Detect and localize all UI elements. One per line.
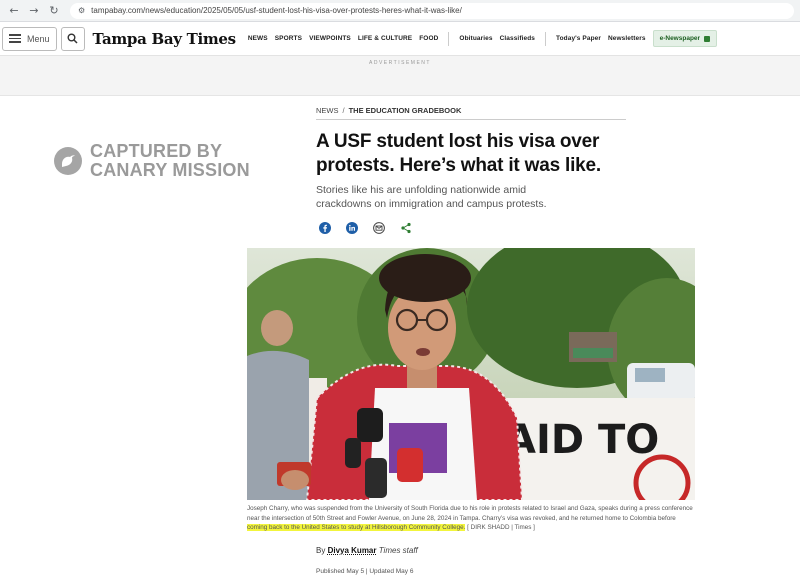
breadcrumb-subsection[interactable]: THE EDUCATION GRADEBOOK xyxy=(349,106,462,115)
nav-item-news[interactable]: NEWS xyxy=(248,35,268,42)
email-icon[interactable] xyxy=(372,221,385,234)
article-photo[interactable]: AID TO SEPR xyxy=(247,248,695,500)
lock-icon xyxy=(704,35,711,42)
svg-text:AID TO: AID TO xyxy=(505,417,659,463)
byline: By Divya Kumar Times staff xyxy=(316,546,418,555)
nav-item-sports[interactable]: SPORTS xyxy=(275,35,302,42)
nav-item-newsletters[interactable]: Newsletters xyxy=(608,35,646,42)
ad-label: ADVERTISEMENT xyxy=(369,60,431,66)
publish-date: Published May 5 | Updated May 6 xyxy=(316,568,414,575)
nav-item-life-culture[interactable]: LIFE & CULTURE xyxy=(358,35,412,42)
nav-item-todays-paper[interactable]: Today's Paper xyxy=(556,35,601,42)
ad-slot: ADVERTISEMENT xyxy=(0,56,800,96)
menu-label: Menu xyxy=(27,33,50,44)
caption-highlight: coming back to the United States to stud… xyxy=(247,524,466,531)
address-bar[interactable]: ⚙ tampabay.com/news/education/2025/05/05… xyxy=(70,2,794,19)
e-newspaper-button[interactable]: e-Newspaper xyxy=(652,30,718,47)
main-nav: NEWS SPORTS VIEWPOINTS LIFE & CULTURE FO… xyxy=(248,30,718,47)
back-icon[interactable]: ← xyxy=(6,3,22,19)
browser-toolbar: ← → ↻ ⚙ tampabay.com/news/education/2025… xyxy=(0,0,800,22)
site-logo[interactable]: Tampa Bay Times xyxy=(93,30,237,48)
nav-divider xyxy=(545,31,546,46)
reload-icon[interactable]: ↻ xyxy=(46,3,62,19)
nav-item-classifieds[interactable]: Classifieds xyxy=(500,35,535,42)
site-info-icon[interactable]: ⚙ xyxy=(78,6,85,15)
breadcrumb-section[interactable]: NEWS xyxy=(316,106,339,115)
nav-divider xyxy=(448,31,450,46)
nav-item-viewpoints[interactable]: VIEWPOINTS xyxy=(309,35,351,42)
author-link[interactable]: Divya Kumar xyxy=(328,546,377,555)
canary-bird-icon xyxy=(54,147,82,175)
search-icon xyxy=(67,33,78,44)
watermark-line-1: CAPTURED BY xyxy=(90,141,223,161)
forward-icon[interactable]: → xyxy=(26,3,42,19)
author-role: Times staff xyxy=(378,546,418,555)
site-header: Menu Tampa Bay Times NEWS SPORTS VIEWPOI… xyxy=(0,22,800,56)
search-button[interactable] xyxy=(60,26,85,51)
byline-prefix: By xyxy=(316,546,326,555)
breadcrumb: NEWS / THE EDUCATION GRADEBOOK xyxy=(316,106,626,120)
linkedin-icon[interactable] xyxy=(345,221,358,234)
caption-credit: [ DIRK SHADD | Times ] xyxy=(465,524,535,531)
photo-caption: Joseph Charry, who was suspended from th… xyxy=(247,504,697,533)
canary-mission-watermark: CAPTURED BY CANARY MISSION xyxy=(54,142,250,180)
menu-button[interactable]: Menu xyxy=(2,26,57,51)
watermark-line-2: CANARY MISSION xyxy=(90,160,250,180)
facebook-icon[interactable] xyxy=(318,221,331,234)
e-newspaper-label: e-Newspaper xyxy=(659,35,701,42)
nav-item-obituaries[interactable]: Obituaries xyxy=(459,35,492,42)
share-icon[interactable] xyxy=(399,221,412,234)
hamburger-icon xyxy=(9,34,21,43)
nav-item-food[interactable]: FOOD xyxy=(419,35,438,42)
caption-text: Joseph Charry, who was suspended from th… xyxy=(247,505,693,522)
share-bar xyxy=(318,221,412,234)
url-text: tampabay.com/news/education/2025/05/05/u… xyxy=(91,6,462,15)
article-headline: A USF student lost his visa over protest… xyxy=(316,131,601,176)
article-dek: Stories like his are unfolding nationwid… xyxy=(316,184,547,210)
